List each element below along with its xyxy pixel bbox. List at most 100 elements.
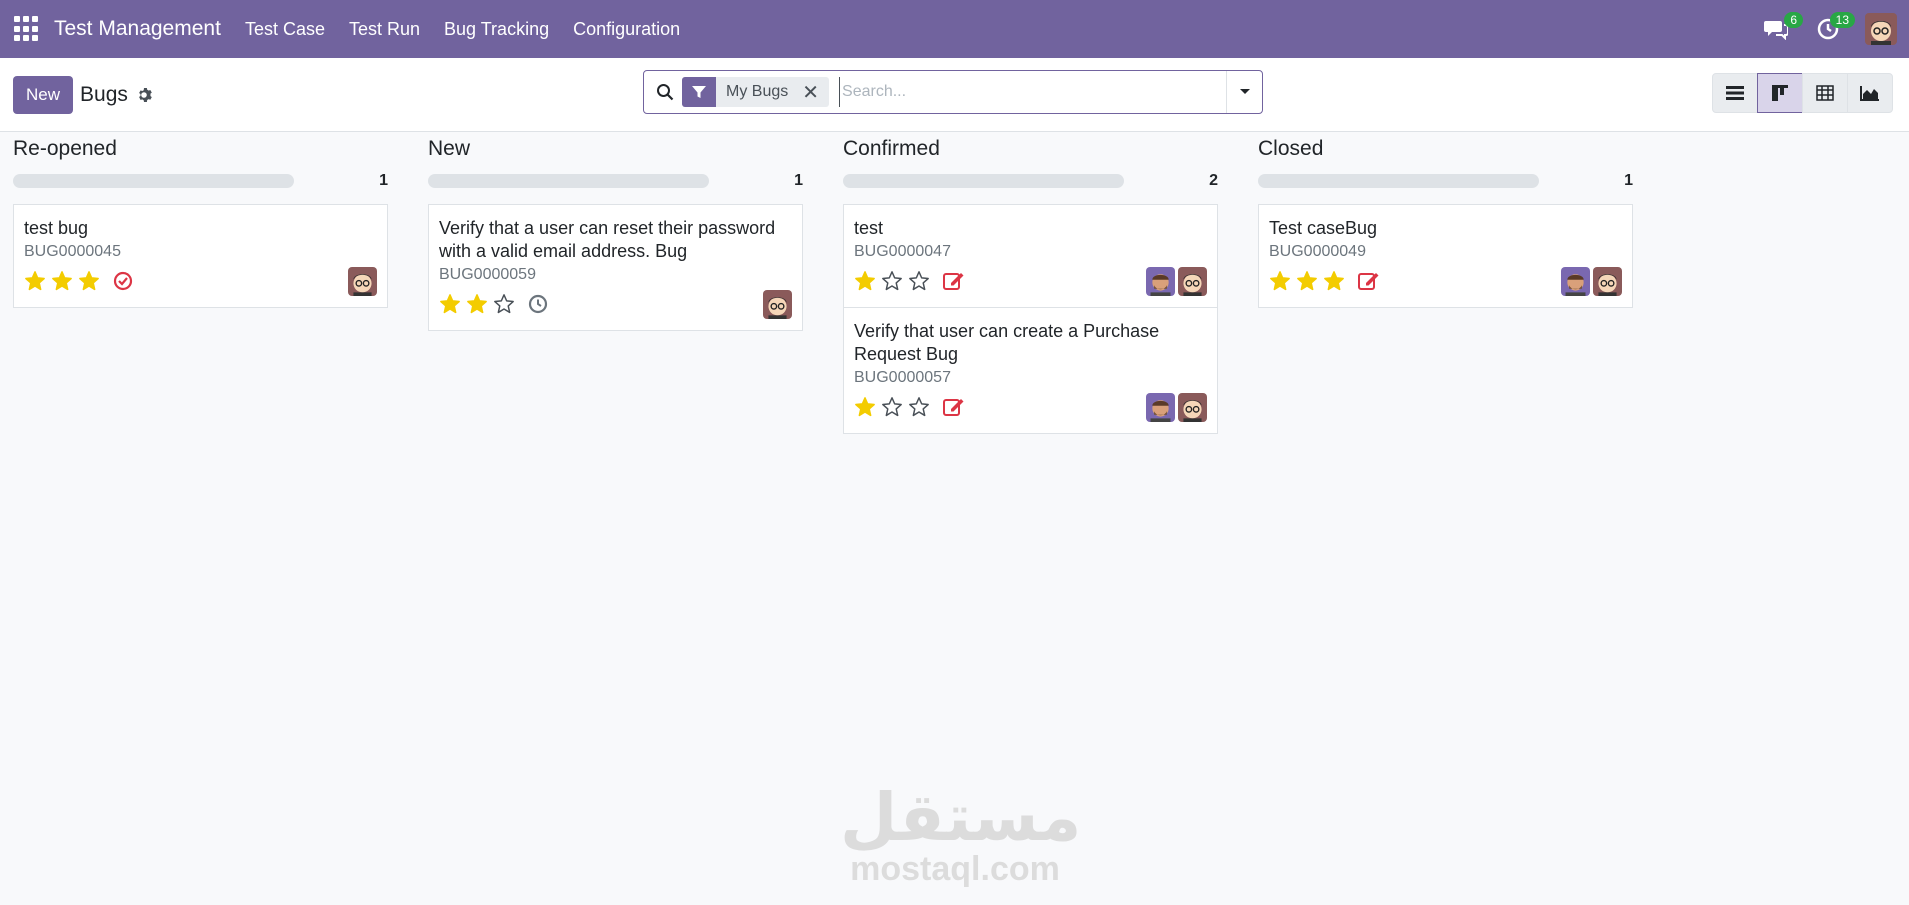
apps-grid-icon[interactable] (14, 16, 40, 42)
star-filled-icon[interactable] (854, 396, 876, 418)
star-empty-icon[interactable] (881, 270, 903, 292)
kanban-view-button[interactable] (1757, 73, 1803, 113)
edit-icon[interactable] (1358, 271, 1380, 291)
graph-view-button[interactable] (1847, 73, 1893, 113)
column-re-opened: Re-opened 1 test bug BUG0000045 (13, 132, 388, 434)
assignee-avatars (1561, 266, 1622, 296)
priority-stars (1269, 270, 1350, 292)
watermark-arabic: مستقل (840, 779, 1082, 856)
progress-bar[interactable] (428, 174, 709, 188)
star-empty-icon[interactable] (908, 270, 930, 292)
column-count: 2 (1209, 172, 1218, 189)
progress-bar[interactable] (13, 174, 294, 188)
list-view-button[interactable] (1712, 73, 1758, 113)
column-title[interactable]: Closed (1258, 132, 1633, 166)
card-title: test bug (24, 218, 89, 238)
clock-icon[interactable] (528, 294, 548, 314)
search-bar: My Bugs ✕ (643, 70, 1263, 114)
column-progress: 1 (13, 166, 388, 196)
column-title[interactable]: Confirmed (843, 132, 1218, 166)
caret-down-icon (1239, 89, 1250, 94)
pivot-view-button[interactable] (1802, 73, 1848, 113)
bug-card[interactable]: Verify that a user can reset their passw… (428, 204, 803, 331)
star-empty-icon[interactable] (493, 293, 515, 315)
new-button[interactable]: New (13, 75, 74, 114)
avatar[interactable] (1178, 266, 1207, 296)
assignee-avatars (1146, 392, 1207, 422)
activities-button[interactable]: 13 (1813, 12, 1855, 44)
priority-stars (439, 293, 520, 315)
avatar[interactable] (763, 289, 792, 319)
avatar[interactable] (1146, 392, 1175, 422)
star-filled-icon[interactable] (51, 270, 73, 292)
star-filled-icon[interactable] (1296, 270, 1318, 292)
column-closed: Closed 1 Test caseBug BUG0000049 (1258, 132, 1633, 434)
star-filled-icon[interactable] (1323, 270, 1345, 292)
kanban-board: Re-opened 1 test bug BUG0000045 New 1 Ve… (13, 132, 1633, 434)
bug-card[interactable]: test BUG0000047 (843, 204, 1218, 308)
edit-icon[interactable] (943, 271, 965, 291)
avatar[interactable] (1146, 266, 1175, 296)
card-reference: BUG0000059 (439, 266, 536, 283)
messages-button[interactable]: 6 (1761, 12, 1803, 44)
priority-stars (24, 270, 105, 292)
table-grid-icon (1816, 85, 1834, 101)
area-chart-icon (1860, 86, 1879, 101)
facet-remove-icon[interactable]: ✕ (798, 80, 829, 105)
column-count: 1 (379, 172, 388, 189)
star-filled-icon[interactable] (78, 270, 100, 292)
card-reference: BUG0000049 (1269, 243, 1366, 260)
facet-label: My Bugs (726, 83, 789, 100)
column-progress: 1 (1258, 166, 1633, 196)
app-brand[interactable]: Test Management (54, 17, 221, 41)
column-title[interactable]: New (428, 132, 803, 166)
bug-card[interactable]: Verify that user can create a Purchase R… (843, 308, 1218, 434)
card-footer (439, 288, 792, 320)
menu-bug-tracking[interactable]: Bug Tracking (444, 19, 549, 40)
search-input[interactable] (839, 77, 1226, 107)
card-footer (24, 265, 377, 297)
star-filled-icon[interactable] (1269, 270, 1291, 292)
card-reference: BUG0000047 (854, 243, 951, 260)
bug-card[interactable]: test bug BUG0000045 (13, 204, 388, 308)
card-reference: BUG0000057 (854, 369, 951, 386)
progress-bar[interactable] (1258, 174, 1539, 188)
search-options-toggle[interactable] (1226, 71, 1262, 113)
menu-test-run[interactable]: Test Run (349, 19, 420, 40)
edit-icon[interactable] (943, 397, 965, 417)
card-title: Test caseBug (1269, 218, 1378, 238)
assignee-avatars (1146, 266, 1207, 296)
gear-icon[interactable] (137, 87, 153, 103)
star-filled-icon[interactable] (24, 270, 46, 292)
star-filled-icon[interactable] (854, 270, 876, 292)
bug-card[interactable]: Test caseBug BUG0000049 (1258, 204, 1633, 308)
messages-count-badge: 6 (1784, 12, 1803, 28)
search-icon[interactable] (656, 83, 674, 101)
progress-bar[interactable] (843, 174, 1124, 188)
priority-stars (854, 396, 935, 418)
star-empty-icon[interactable] (881, 396, 903, 418)
column-count: 1 (794, 172, 803, 189)
star-empty-icon[interactable] (908, 396, 930, 418)
star-filled-icon[interactable] (439, 293, 461, 315)
star-filled-icon[interactable] (466, 293, 488, 315)
assignee-avatars (763, 289, 792, 319)
avatar[interactable] (1178, 392, 1207, 422)
card-footer (1269, 265, 1622, 297)
priority-stars (854, 270, 935, 292)
list-icon (1726, 86, 1744, 100)
avatar[interactable] (1593, 266, 1622, 296)
watermark-logo: مستقل mostaql.com (840, 779, 1082, 888)
column-count: 1 (1624, 172, 1633, 189)
column-progress: 2 (843, 166, 1218, 196)
avatar[interactable] (348, 266, 377, 296)
user-avatar[interactable] (1865, 13, 1897, 45)
menu-test-case[interactable]: Test Case (245, 19, 325, 40)
main-menu: Test Case Test Run Bug Tracking Configur… (245, 19, 680, 40)
menu-configuration[interactable]: Configuration (573, 19, 680, 40)
activities-count-badge: 13 (1829, 12, 1855, 28)
avatar[interactable] (1561, 266, 1590, 296)
column-title[interactable]: Re-opened (13, 132, 388, 166)
check-circle-icon[interactable] (113, 271, 133, 291)
column-progress: 1 (428, 166, 803, 196)
